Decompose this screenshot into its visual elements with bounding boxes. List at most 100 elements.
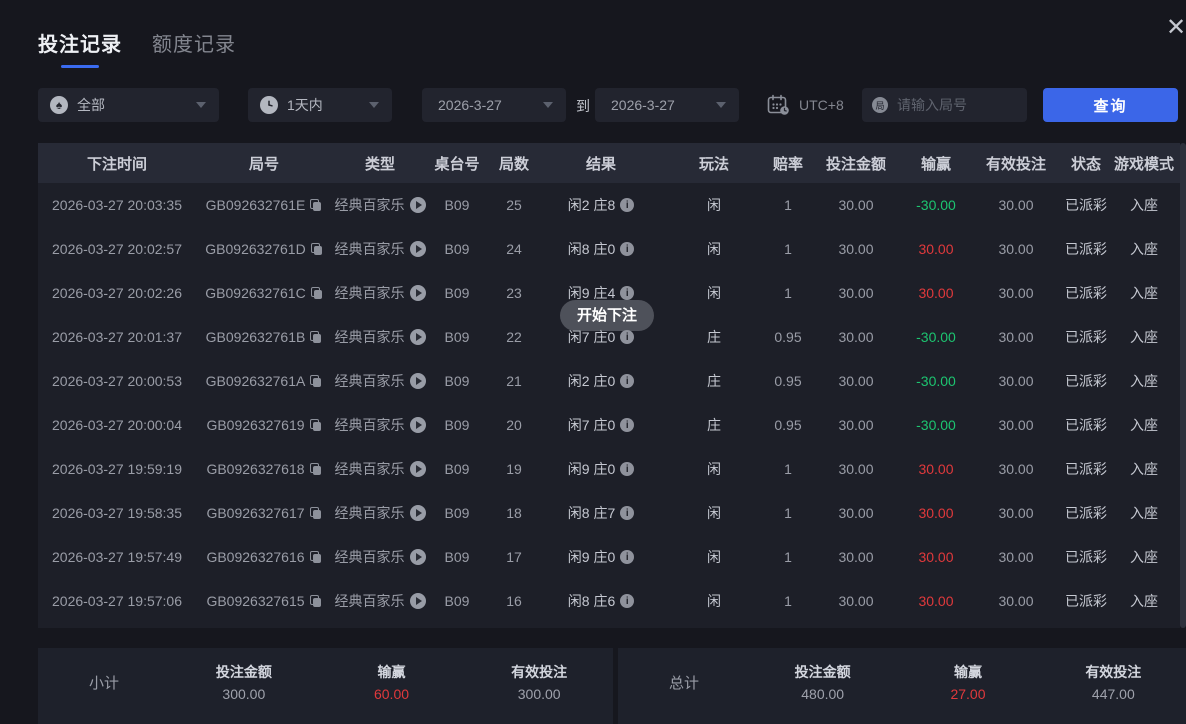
query-button[interactable]: 查询 bbox=[1043, 88, 1178, 122]
status-badge: 已派彩 bbox=[1065, 373, 1107, 389]
game-type-cell: 经典百家乐 bbox=[332, 547, 428, 567]
copy-icon[interactable] bbox=[310, 330, 322, 344]
win-loss: 30.00 bbox=[918, 593, 954, 609]
win-loss: -30.00 bbox=[916, 417, 956, 433]
info-icon[interactable]: i bbox=[620, 198, 635, 212]
copy-icon[interactable] bbox=[309, 594, 322, 608]
result-cell: 闲8 庄7 i bbox=[542, 503, 660, 523]
copy-icon[interactable] bbox=[309, 462, 322, 476]
bet-time: 2026-03-27 19:58:35 bbox=[52, 505, 182, 521]
play-icon[interactable] bbox=[409, 417, 426, 433]
tab-betting-records[interactable]: 投注记录 bbox=[38, 28, 122, 68]
total-winloss-value: 27.00 bbox=[950, 686, 986, 702]
info-icon[interactable]: i bbox=[620, 550, 635, 564]
copy-icon[interactable] bbox=[310, 242, 323, 256]
round-no: 24 bbox=[506, 241, 522, 257]
status-badge: 已派彩 bbox=[1065, 285, 1107, 301]
table-body: 2026-03-27 20:03:35 GB092632761E 经典百家乐 B… bbox=[38, 183, 1180, 628]
info-icon[interactable]: i bbox=[620, 594, 635, 608]
round-id-text: GB0926327615 bbox=[206, 593, 305, 609]
copy-icon[interactable] bbox=[309, 506, 322, 520]
game-type-text: 经典百家乐 bbox=[334, 241, 405, 257]
copy-icon[interactable] bbox=[310, 286, 323, 300]
game-type-text: 经典百家乐 bbox=[334, 461, 405, 477]
info-icon[interactable]: i bbox=[620, 418, 635, 432]
copy-icon[interactable] bbox=[310, 198, 322, 212]
tab-bar: 投注记录 额度记录 bbox=[38, 28, 236, 68]
bet-amount: 30.00 bbox=[838, 461, 874, 477]
game-type-cell: 经典百家乐 bbox=[332, 415, 428, 435]
copy-icon[interactable] bbox=[310, 374, 322, 388]
table-no: B09 bbox=[444, 329, 470, 345]
round-no: 23 bbox=[506, 285, 522, 301]
total-panel: 总计 投注金额 480.00 输赢 27.00 有效投注 447.00 bbox=[618, 648, 1186, 724]
game-type-cell: 经典百家乐 bbox=[332, 371, 428, 391]
win-loss: 30.00 bbox=[918, 285, 954, 301]
play-icon[interactable] bbox=[409, 197, 426, 213]
copy-icon[interactable] bbox=[309, 418, 322, 432]
game-type-cell: 经典百家乐 bbox=[332, 239, 428, 259]
play-icon[interactable] bbox=[409, 593, 426, 609]
table-header-row: 下注时间 局号 类型 桌台号 局数 结果 玩法 赔率 投注金额 输赢 有效投注 … bbox=[38, 143, 1180, 183]
odds: 0.95 bbox=[774, 329, 802, 345]
round-id-text: GB092632761B bbox=[205, 329, 306, 345]
col-game-mode: 游戏模式 bbox=[1113, 155, 1174, 173]
info-icon[interactable]: i bbox=[620, 374, 635, 388]
game-type-value: 全部 bbox=[77, 97, 105, 113]
play-icon[interactable] bbox=[409, 241, 426, 257]
timezone-control[interactable]: UTC+8 bbox=[766, 93, 844, 117]
info-icon[interactable]: i bbox=[620, 286, 635, 300]
close-icon[interactable]: ✕ bbox=[1166, 16, 1186, 40]
col-status: 状态 bbox=[1070, 155, 1101, 173]
round-id-text: GB0926327616 bbox=[206, 549, 305, 565]
play-icon[interactable] bbox=[409, 329, 426, 345]
table-row: 2026-03-27 19:58:35 GB0926327617 经典百家乐 B… bbox=[38, 491, 1180, 535]
info-icon[interactable]: i bbox=[620, 506, 635, 520]
round-id-text: GB092632761E bbox=[205, 197, 306, 213]
status-badge: 已派彩 bbox=[1065, 329, 1107, 345]
odds: 0.95 bbox=[774, 373, 802, 389]
odds: 1 bbox=[784, 461, 792, 477]
date-to-select[interactable]: 2026-3-27 bbox=[595, 88, 739, 122]
table-row: 2026-03-27 20:00:53 GB092632761A 经典百家乐 B… bbox=[38, 359, 1180, 403]
play-icon[interactable] bbox=[409, 505, 426, 521]
info-icon[interactable]: i bbox=[620, 462, 635, 476]
col-result: 结果 bbox=[585, 155, 616, 173]
col-round-id: 局号 bbox=[248, 155, 279, 173]
play-icon[interactable] bbox=[409, 373, 426, 389]
play-type: 庄 bbox=[707, 417, 721, 433]
result-cell: 闲9 庄0 i bbox=[542, 459, 660, 479]
round-no: 16 bbox=[506, 593, 522, 609]
play-icon[interactable] bbox=[409, 461, 426, 477]
info-icon[interactable]: i bbox=[620, 242, 635, 256]
game-type-text: 经典百家乐 bbox=[334, 417, 405, 433]
play-icon[interactable] bbox=[409, 549, 426, 565]
game-type-cell: 经典百家乐 bbox=[332, 283, 428, 303]
tab-quota-records[interactable]: 额度记录 bbox=[152, 28, 236, 68]
subtotal-label: 小计 bbox=[88, 675, 119, 692]
valid-bet: 30.00 bbox=[998, 373, 1034, 389]
vertical-scrollbar[interactable] bbox=[1180, 143, 1186, 628]
col-odds: 赔率 bbox=[772, 155, 803, 173]
round-no: 18 bbox=[506, 505, 522, 521]
chevron-down-icon bbox=[543, 102, 553, 108]
game-mode: 入座 bbox=[1130, 593, 1158, 609]
valid-bet: 30.00 bbox=[998, 505, 1034, 521]
time-range-value: 1天内 bbox=[287, 97, 323, 113]
time-range-select[interactable]: 1天内 bbox=[248, 88, 392, 122]
bet-amount: 30.00 bbox=[838, 197, 874, 213]
round-search-input[interactable] bbox=[895, 96, 1009, 114]
play-icon[interactable] bbox=[409, 285, 426, 301]
game-type-select[interactable]: ♠ 全部 bbox=[38, 88, 219, 122]
copy-icon[interactable] bbox=[309, 550, 322, 564]
play-type: 闲 bbox=[707, 549, 721, 565]
play-type: 闲 bbox=[707, 285, 721, 301]
valid-bet: 30.00 bbox=[998, 593, 1034, 609]
info-icon[interactable]: i bbox=[620, 330, 635, 344]
status-badge: 已派彩 bbox=[1065, 197, 1107, 213]
date-from-select[interactable]: 2026-3-27 bbox=[422, 88, 566, 122]
game-type-cell: 经典百家乐 bbox=[332, 195, 428, 215]
bet-amount: 30.00 bbox=[838, 329, 874, 345]
date-to-value: 2026-3-27 bbox=[611, 97, 675, 113]
valid-bet: 30.00 bbox=[998, 285, 1034, 301]
